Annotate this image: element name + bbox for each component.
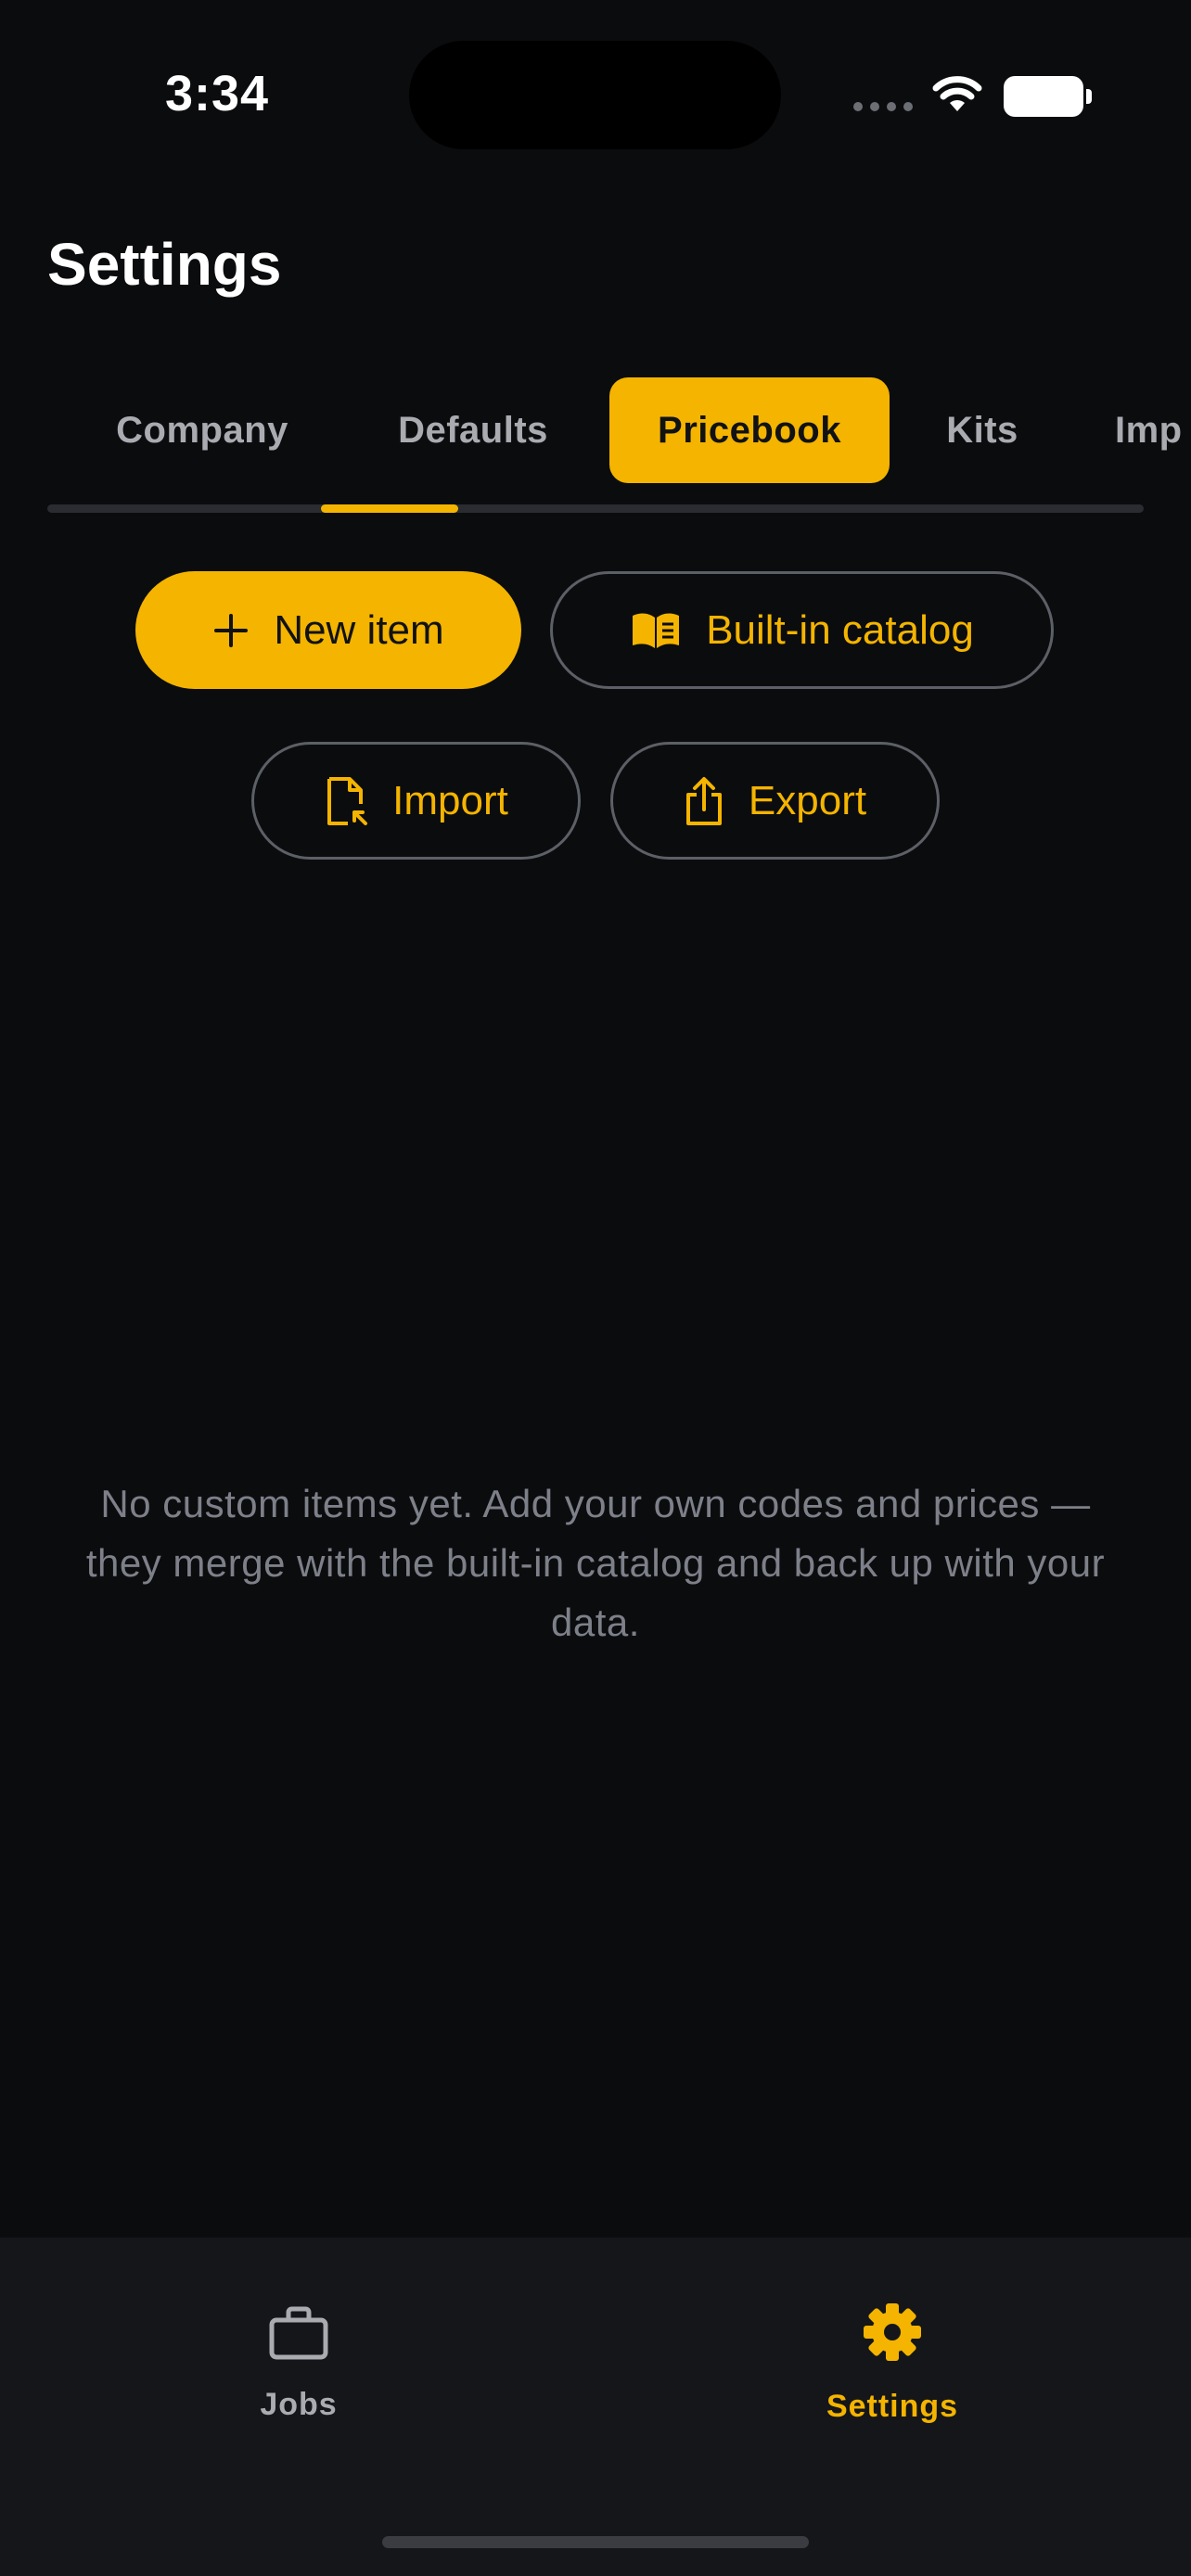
- gear-icon: [861, 2301, 924, 2368]
- nav-label-settings: Settings: [826, 2389, 959, 2424]
- home-indicator: [382, 2536, 809, 2548]
- nav-item-jobs[interactable]: Jobs: [206, 2304, 391, 2423]
- briefcase-icon: [267, 2304, 330, 2366]
- tab-kits[interactable]: Kits: [928, 377, 1037, 483]
- new-item-label: New item: [274, 606, 444, 653]
- cellular-signal-icon: [853, 102, 913, 111]
- file-import-icon: [324, 776, 368, 826]
- share-icon: [684, 776, 724, 826]
- nav-label-jobs: Jobs: [260, 2387, 338, 2422]
- import-button[interactable]: Import: [251, 742, 581, 860]
- plus-icon: [212, 612, 250, 649]
- export-label: Export: [748, 777, 867, 823]
- tab-import[interactable]: Imp: [1100, 377, 1191, 483]
- new-item-button[interactable]: New item: [135, 571, 521, 689]
- empty-state-message: No custom items yet. Add your own codes …: [85, 1482, 1106, 1644]
- status-time: 3:34: [165, 66, 270, 121]
- nav-item-settings[interactable]: Settings: [800, 2301, 985, 2425]
- tab-pricebook[interactable]: Pricebook: [609, 377, 890, 483]
- tab-scroll-track: [47, 504, 1144, 513]
- bottom-nav: Jobs Settings: [0, 2238, 1191, 2576]
- battery-icon: [1004, 76, 1092, 117]
- settings-tabs: Company Defaults Pricebook Kits Imp: [0, 377, 1191, 483]
- import-label: Import: [392, 777, 508, 823]
- tab-defaults[interactable]: Defaults: [371, 377, 575, 483]
- tab-company[interactable]: Company: [89, 377, 315, 483]
- built-in-catalog-label: Built-in catalog: [706, 606, 974, 653]
- tab-scroll-indicator: [321, 504, 458, 513]
- wifi-icon: [931, 74, 983, 118]
- dynamic-island: [409, 41, 781, 149]
- page-title: Settings: [47, 231, 282, 298]
- book-icon: [630, 610, 682, 651]
- export-button[interactable]: Export: [610, 742, 940, 860]
- built-in-catalog-button[interactable]: Built-in catalog: [550, 571, 1054, 689]
